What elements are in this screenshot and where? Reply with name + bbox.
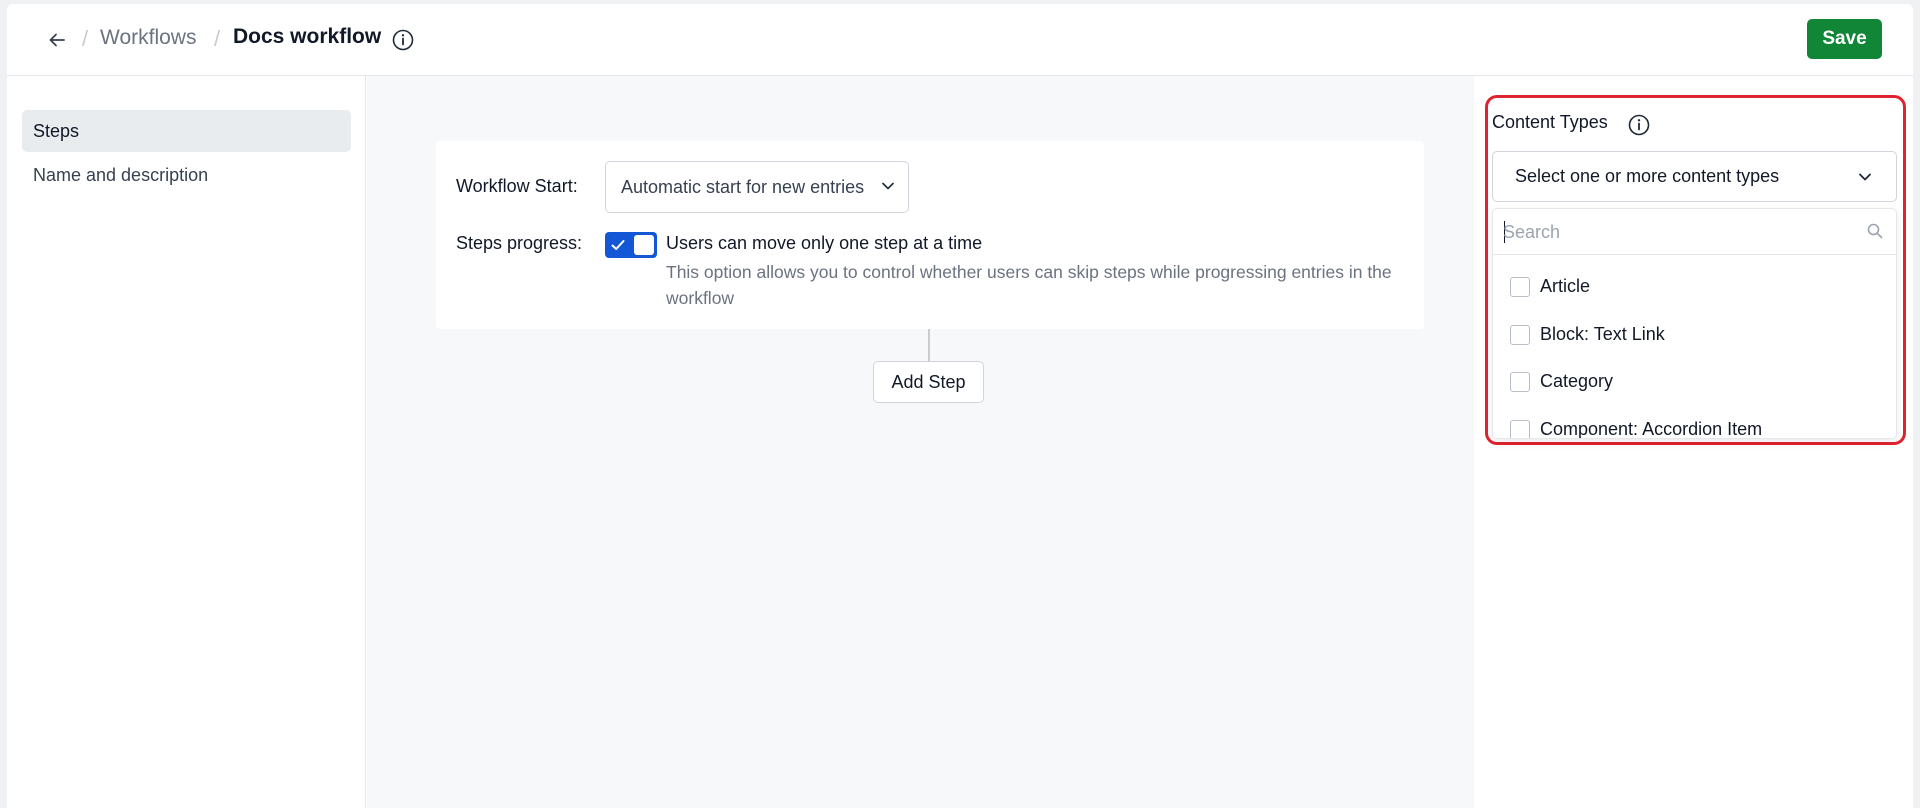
steps-progress-label: Steps progress: [456,233,583,253]
option-label: Component: Accordion Item [1540,419,1763,439]
info-icon[interactable] [1627,113,1651,137]
chevron-down-icon [1856,168,1874,191]
option-label: Article [1540,276,1591,296]
info-icon[interactable] [391,28,415,52]
dropdown-search [1493,209,1896,255]
breadcrumb-workflows-link[interactable]: Workflows [100,26,196,50]
top-header: / Workflows / Docs workflow Save [7,4,1913,76]
chevron-down-icon [880,178,896,199]
workflow-start-value: Automatic start for new entries [621,176,865,197]
save-button[interactable]: Save [1807,19,1882,59]
right-panel: Content Types Select one or more content… [1475,76,1913,808]
content-type-option[interactable]: Category [1493,361,1896,401]
option-checkbox[interactable] [1510,277,1530,297]
page-title: Docs workflow [233,25,382,48]
content-types-label: Content Types [1492,112,1608,132]
toggle-title: Users can move only one step at a time [666,233,983,253]
workflow-start-select[interactable]: Automatic start for new entries [605,161,909,213]
toggle-help-text: This option allows you to control whethe… [666,262,1392,308]
workflow-start-card: Workflow Start: Automatic start for new … [436,141,1424,329]
checkmark-icon [610,237,626,258]
sidebar-item-steps[interactable]: Steps [22,110,351,152]
content-types-dropdown: Article Block: Text Link Category Compon… [1492,208,1897,439]
sidebar-item-label: Steps [33,120,80,141]
back-arrow-icon[interactable] [43,26,71,54]
content-type-option[interactable]: Block: Text Link [1493,314,1896,354]
search-icon [1866,222,1884,245]
content-types-placeholder: Select one or more content types [1515,166,1780,186]
content-types-select[interactable]: Select one or more content types [1492,151,1897,202]
content-types-search-input[interactable] [1503,217,1843,247]
option-label: Category [1540,371,1614,391]
sidebar-item-label: Name and description [33,164,209,185]
add-step-button[interactable]: Add Step [873,361,984,403]
content-type-option[interactable]: Component: Accordion Item [1493,409,1896,439]
option-checkbox[interactable] [1510,420,1530,438]
breadcrumb-separator: / [214,26,221,51]
workflow-start-label: Workflow Start: [456,176,578,196]
option-checkbox[interactable] [1510,325,1530,345]
sidebar: Steps Name and description [7,76,366,808]
toggle-knob [634,235,654,255]
content-type-option[interactable]: Article [1493,266,1896,306]
option-label: Block: Text Link [1540,324,1665,344]
option-checkbox[interactable] [1510,372,1530,392]
app-window: / Workflows / Docs workflow Save Steps N… [7,4,1913,808]
sidebar-item-name-and-description[interactable]: Name and description [22,154,351,196]
breadcrumb-separator: / [82,26,89,51]
steps-progress-toggle[interactable] [605,232,657,258]
step-connector-line [928,329,930,361]
workflow-canvas: Workflow Start: Automatic start for new … [367,76,1474,808]
